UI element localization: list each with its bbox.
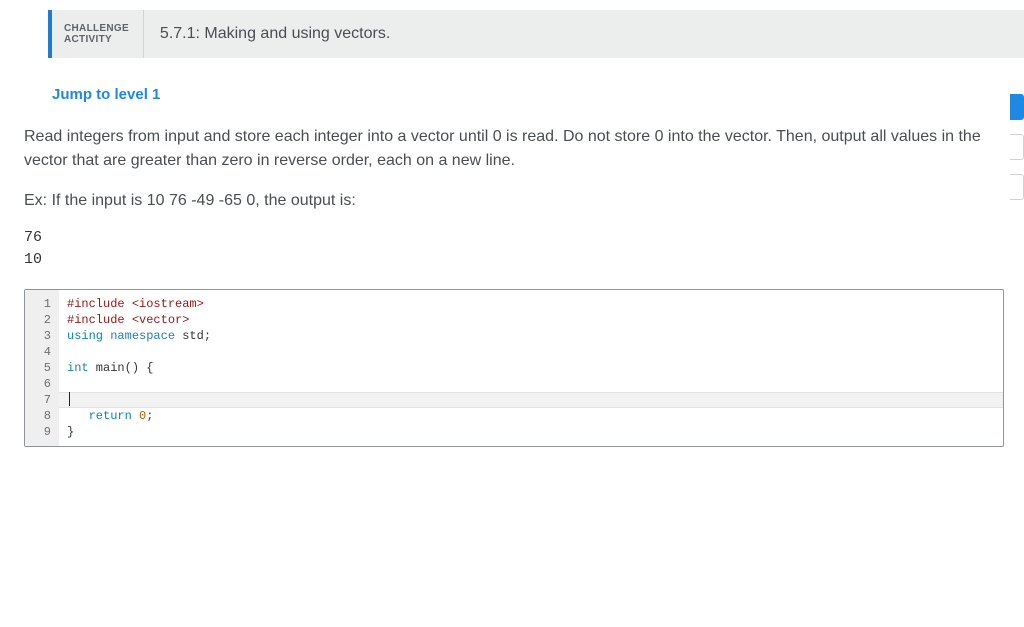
line-number: 3 [31, 328, 51, 344]
expected-output: 76 10 [24, 227, 1004, 271]
code-token: #include [67, 297, 132, 311]
line-number: 6 [31, 376, 51, 392]
code-content[interactable]: #include <iostream> #include <vector> us… [59, 290, 1003, 446]
code-token: return [67, 409, 139, 423]
code-line-empty [67, 376, 995, 392]
line-number: 8 [31, 408, 51, 424]
code-token: () { [125, 361, 154, 375]
code-token: ; [146, 409, 153, 423]
code-token: } [67, 425, 74, 439]
challenge-header: CHALLENGE ACTIVITY 5.7.1: Making and usi… [48, 10, 1024, 58]
line-number: 2 [31, 312, 51, 328]
jump-to-level-link[interactable]: Jump to level 1 [52, 86, 1024, 103]
line-number: 5 [31, 360, 51, 376]
code-token: std [175, 329, 204, 343]
rail-button[interactable] [1010, 134, 1024, 160]
line-number: 1 [31, 296, 51, 312]
code-token: ; [204, 329, 211, 343]
code-token: namespace [103, 329, 175, 343]
instructions: Read integers from input and store each … [24, 125, 994, 213]
line-number: 7 [31, 392, 51, 408]
code-token: using [67, 329, 103, 343]
code-token: <iostream> [132, 297, 204, 311]
right-rail [1010, 94, 1024, 200]
code-editor[interactable]: 1 2 3 4 5 6 7 8 9 #include <iostream> #i… [24, 289, 1004, 447]
code-token: main [89, 361, 125, 375]
line-number: 4 [31, 344, 51, 360]
code-token: int [67, 361, 89, 375]
code-cursor-line[interactable] [67, 392, 995, 408]
challenge-label-2: ACTIVITY [64, 34, 129, 45]
code-token: <vector> [132, 313, 190, 327]
code-token: #include [67, 313, 132, 327]
challenge-label-1: CHALLENGE [64, 23, 129, 34]
instruction-text: Read integers from input and store each … [24, 125, 994, 173]
rail-button[interactable] [1010, 174, 1024, 200]
code-line-empty [67, 344, 995, 360]
output-line-2: 10 [24, 251, 42, 268]
example-intro: Ex: If the input is 10 76 -49 -65 0, the… [24, 189, 994, 213]
challenge-label-box: CHALLENGE ACTIVITY [52, 10, 144, 58]
challenge-title: 5.7.1: Making and using vectors. [144, 10, 406, 58]
output-line-1: 76 [24, 229, 42, 246]
rail-button-blue[interactable] [1010, 94, 1024, 120]
text-cursor-icon [69, 392, 70, 406]
line-number-gutter: 1 2 3 4 5 6 7 8 9 [25, 290, 59, 446]
line-number: 9 [31, 424, 51, 440]
